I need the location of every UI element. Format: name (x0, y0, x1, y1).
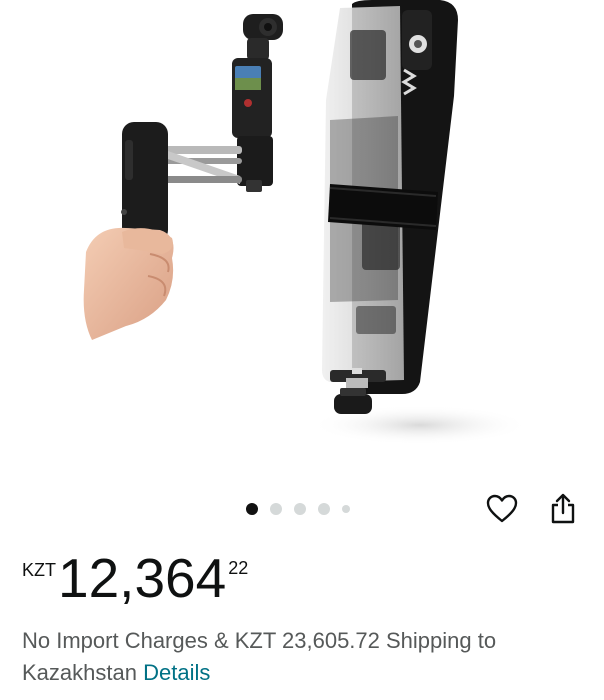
pagination-dot[interactable] (270, 503, 282, 515)
heart-outline-icon (486, 494, 518, 529)
pagination-dot-active[interactable] (246, 503, 258, 515)
shipping-text: No Import Charges & KZT 23,605.72 Shippi… (22, 628, 497, 685)
product-image (83, 0, 530, 445)
product-image-gallery[interactable] (0, 0, 604, 480)
price-fraction: 22 (228, 558, 249, 578)
gallery-pagination-dots[interactable] (246, 503, 362, 515)
shipping-info: No Import Charges & KZT 23,605.72 Shippi… (22, 625, 592, 689)
pagination-dot[interactable] (342, 505, 350, 513)
price-whole: 12,364 (58, 547, 227, 609)
share-button[interactable] (546, 493, 580, 530)
favorite-button[interactable] (485, 494, 519, 528)
shipping-details-link[interactable]: Details (143, 660, 210, 685)
product-price: KZT 12,364 22 (22, 548, 248, 608)
share-upload-icon (549, 493, 577, 530)
price-currency: KZT (22, 560, 56, 580)
pagination-dot[interactable] (294, 503, 306, 515)
pagination-dot[interactable] (318, 503, 330, 515)
